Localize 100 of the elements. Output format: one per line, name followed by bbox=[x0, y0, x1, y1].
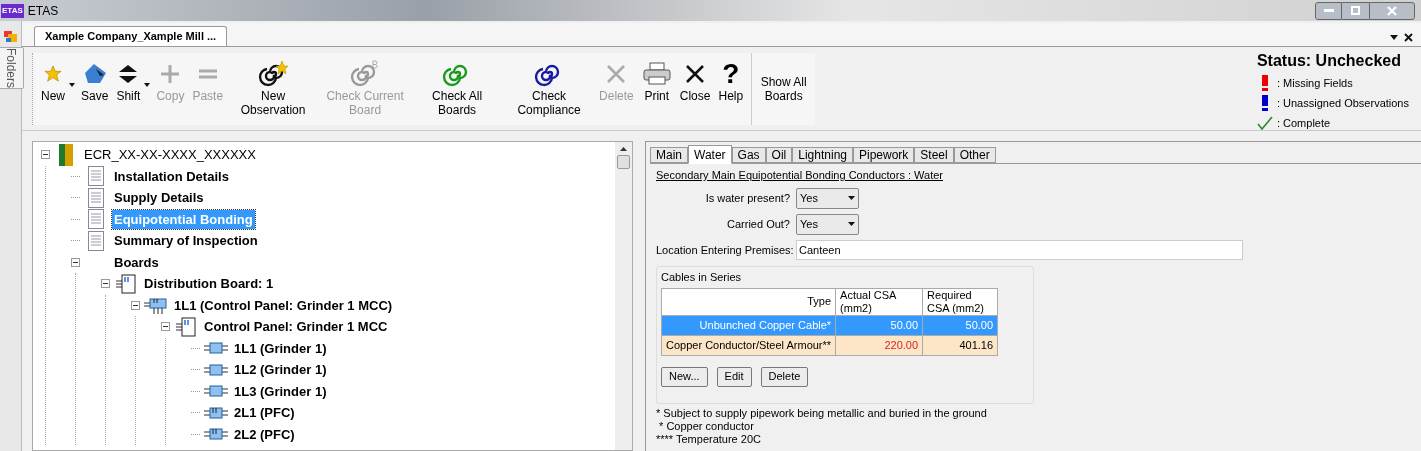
document-icon bbox=[88, 187, 104, 208]
expander-icon[interactable] bbox=[101, 279, 110, 289]
tab[interactable]: Other bbox=[953, 147, 996, 163]
minimize-button[interactable] bbox=[1315, 1, 1342, 20]
footnote: **** Temperature 20C bbox=[656, 433, 762, 446]
circuit-icon bbox=[144, 295, 168, 316]
tree-item[interactable]: Distribution Board: 1 bbox=[142, 274, 276, 294]
tree-item[interactable]: 1L3 (Grinder 1) bbox=[232, 381, 329, 401]
status-title: Status: Unchecked bbox=[1256, 51, 1402, 71]
scroll-up-icon[interactable] bbox=[620, 147, 627, 151]
tab[interactable]: Water bbox=[688, 145, 732, 164]
close-icon bbox=[1387, 5, 1397, 16]
board-icon bbox=[176, 316, 196, 337]
legend-label: : Unassigned Observations bbox=[1276, 95, 1409, 111]
toolbar-button[interactable]: New Observation bbox=[227, 53, 320, 125]
expander-icon[interactable] bbox=[71, 257, 80, 267]
folders-icon bbox=[3, 29, 18, 43]
table-row[interactable]: Copper Conductor/Steel Armour** 220.00 401.16 bbox=[661, 335, 998, 355]
caret-icon bbox=[69, 83, 75, 87]
tab[interactable]: Gas bbox=[731, 147, 766, 163]
field-label: Carried Out? bbox=[726, 216, 790, 232]
tree-item[interactable]: 1L2 (Grinder 1) bbox=[232, 360, 329, 380]
circuit-icon bbox=[204, 427, 228, 442]
document-tab[interactable]: Xample Company_Xample Mill ... bbox=[34, 26, 228, 46]
table-cell: 220.00 bbox=[835, 335, 923, 355]
toolbar-button[interactable]: Save bbox=[77, 53, 113, 125]
toolbar-button[interactable]: ? Help bbox=[714, 53, 748, 125]
footnote: * Subject to supply pipework being metallic and buried in the ground bbox=[656, 407, 988, 420]
column-header: Type bbox=[661, 288, 836, 315]
column-header: Actual CSA (mm2) bbox=[835, 288, 923, 315]
exclamation-icon bbox=[1261, 95, 1268, 111]
section-title: Secondary Main Equipotential Bonding Conductors : Water bbox=[656, 169, 943, 181]
table-cell: 50.00 bbox=[835, 315, 923, 335]
table-cell: Unbunched Copper Cable* bbox=[661, 315, 836, 335]
tree-item[interactable]: 1L1 (Grinder 1) bbox=[232, 338, 329, 358]
close-icon bbox=[684, 63, 707, 85]
tree-item[interactable]: Installation Details bbox=[112, 166, 231, 186]
tab[interactable]: Steel bbox=[914, 147, 954, 163]
document-icon bbox=[88, 166, 104, 187]
field-label: Is water present? bbox=[704, 190, 790, 206]
dropdown-caret-icon[interactable] bbox=[1390, 35, 1398, 40]
plus-icon bbox=[159, 63, 182, 85]
circuit-icon bbox=[204, 405, 228, 420]
folders-tab[interactable]: Folders bbox=[0, 47, 24, 89]
table-cell: 50.00 bbox=[922, 315, 998, 335]
close-icon[interactable] bbox=[1404, 33, 1413, 42]
dropdown-field[interactable]: Yes bbox=[796, 213, 859, 235]
tree-item[interactable]: 1L1 (Control Panel: Grinder 1 MCC) bbox=[172, 295, 395, 315]
tree-item[interactable]: Boards bbox=[112, 252, 161, 272]
tree-item[interactable]: Control Panel: Grinder 1 MCC bbox=[202, 317, 390, 337]
delete-icon bbox=[605, 63, 628, 85]
question-mark-icon: ? bbox=[722, 60, 740, 88]
caret-icon bbox=[144, 83, 151, 87]
tab[interactable]: Pipework bbox=[853, 147, 915, 163]
close-button[interactable] bbox=[1369, 1, 1415, 20]
printer-icon bbox=[641, 62, 672, 86]
table-cell: Copper Conductor/Steel Armour** bbox=[661, 335, 836, 355]
expander-icon[interactable] bbox=[161, 322, 170, 332]
input-field[interactable]: Canteen bbox=[796, 240, 1243, 260]
tree-item[interactable]: Supply Details bbox=[112, 188, 206, 208]
scroll-thumb[interactable] bbox=[617, 155, 630, 169]
root-icon bbox=[59, 143, 73, 166]
spiral-icon bbox=[350, 60, 381, 88]
expander-icon[interactable] bbox=[41, 150, 50, 160]
star-icon bbox=[44, 65, 62, 83]
action-button[interactable]: Edit bbox=[716, 366, 752, 387]
column-header: Required CSA (mm2) bbox=[922, 288, 998, 315]
legend-label: : Missing Fields bbox=[1276, 75, 1353, 91]
dropdown-field[interactable]: Yes bbox=[796, 187, 859, 209]
maximize-button[interactable] bbox=[1342, 1, 1369, 20]
tree-item[interactable]: 2L1 (PFC) bbox=[232, 403, 297, 423]
tab[interactable]: Lightning bbox=[792, 147, 853, 163]
table-cell: 401.16 bbox=[922, 335, 998, 355]
caret-icon bbox=[848, 222, 855, 226]
document-icon bbox=[88, 209, 104, 230]
action-button[interactable]: Delete bbox=[760, 366, 809, 387]
toolbar-button[interactable]: Print bbox=[637, 53, 676, 125]
circuit-icon bbox=[204, 341, 228, 356]
toolbar-button[interactable]: Shift bbox=[112, 53, 153, 125]
app-logo: ETAS bbox=[1, 3, 24, 18]
document-icon bbox=[88, 230, 104, 251]
tab[interactable]: Oil bbox=[765, 147, 793, 163]
circuit-icon bbox=[204, 362, 228, 377]
caret-icon bbox=[848, 196, 855, 200]
toolbar-button[interactable]: Check All Boards bbox=[411, 53, 504, 125]
toolbar-button[interactable]: Show All Boards bbox=[751, 53, 816, 125]
exclamation-icon bbox=[1261, 75, 1268, 91]
toolbar-button[interactable]: Close bbox=[675, 53, 715, 125]
scrollbar[interactable] bbox=[615, 142, 632, 450]
legend-label: : Complete bbox=[1276, 115, 1331, 131]
tree-item[interactable]: Summary of Inspection bbox=[112, 231, 260, 251]
tree-item[interactable]: 2L2 (PFC) bbox=[232, 424, 297, 444]
tree-item[interactable]: ECR_XX-XX-XXXX_XXXXXX bbox=[82, 145, 258, 165]
toolbar-button[interactable]: Check Compliance bbox=[503, 53, 596, 125]
board-icon bbox=[116, 273, 136, 294]
expander-icon[interactable] bbox=[131, 300, 140, 310]
tab[interactable]: Main bbox=[650, 147, 688, 163]
group-title: Cables in Series bbox=[661, 270, 743, 285]
action-button[interactable]: New... bbox=[661, 366, 708, 387]
toolbar-button[interactable]: New bbox=[37, 53, 77, 125]
